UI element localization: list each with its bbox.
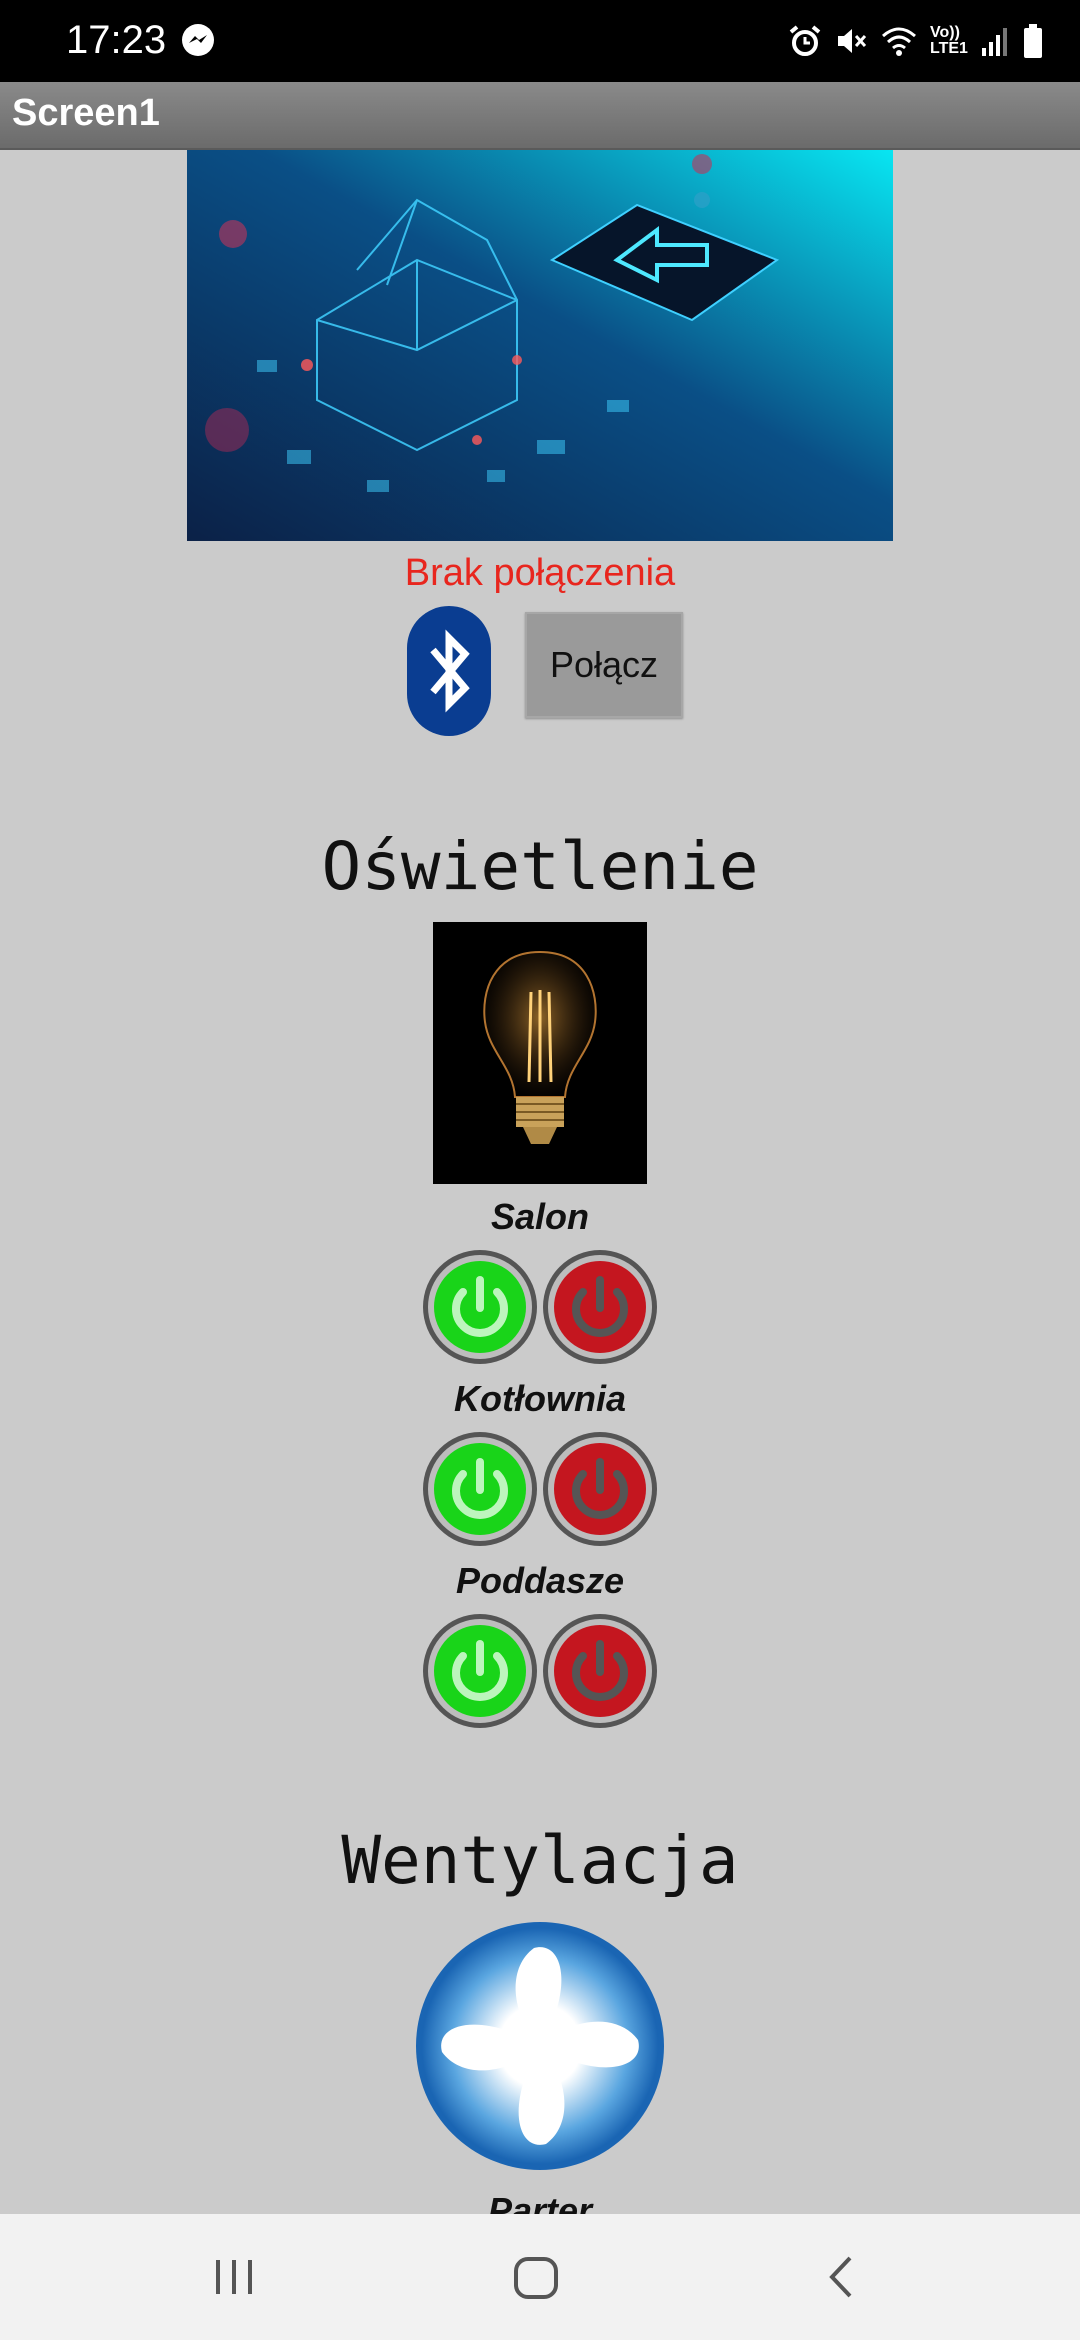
- smart-home-illustration: [187, 150, 893, 541]
- system-nav-bar: [0, 2214, 1080, 2340]
- room-label-poddasze: Poddasze: [455, 1560, 625, 1601]
- salon-off-button[interactable]: [541, 1248, 659, 1366]
- recent-apps-icon[interactable]: [212, 2250, 256, 2304]
- alarm-icon: [789, 25, 821, 56]
- ventilation-section-title: Wentylacja: [341, 1822, 739, 1899]
- messenger-icon: [182, 24, 214, 56]
- connection-status: Brak połączenia: [404, 552, 676, 594]
- poddasze-off-button[interactable]: [541, 1612, 659, 1730]
- app-bar: Screen1: [0, 82, 1080, 150]
- room-label-salon: Salon: [490, 1196, 589, 1237]
- mute-icon: [838, 29, 867, 53]
- lightbulb-image: [433, 922, 647, 1184]
- connect-button[interactable]: Połącz: [525, 612, 683, 718]
- signal-icon: [982, 28, 1007, 56]
- back-icon[interactable]: [822, 2250, 858, 2304]
- bluetooth-icon[interactable]: [407, 606, 491, 736]
- status-bar: 17:23 Vo)) LTE1: [0, 0, 1080, 82]
- app-title: Screen1: [12, 92, 160, 134]
- kotlownia-on-button[interactable]: [421, 1430, 539, 1548]
- lighting-section-title: Oświetlenie: [321, 828, 759, 905]
- fan-icon[interactable]: [414, 1920, 666, 2172]
- status-time: 17:23: [66, 18, 167, 62]
- salon-on-button[interactable]: [421, 1248, 539, 1366]
- home-icon[interactable]: [512, 2250, 560, 2304]
- kotlownia-off-button[interactable]: [541, 1430, 659, 1548]
- room-label-kotlownia: Kotłownia: [454, 1378, 626, 1419]
- wifi-icon: [882, 27, 916, 56]
- network-label: Vo)) LTE1: [930, 24, 968, 57]
- battery-icon: [1024, 24, 1042, 58]
- poddasze-on-button[interactable]: [421, 1612, 539, 1730]
